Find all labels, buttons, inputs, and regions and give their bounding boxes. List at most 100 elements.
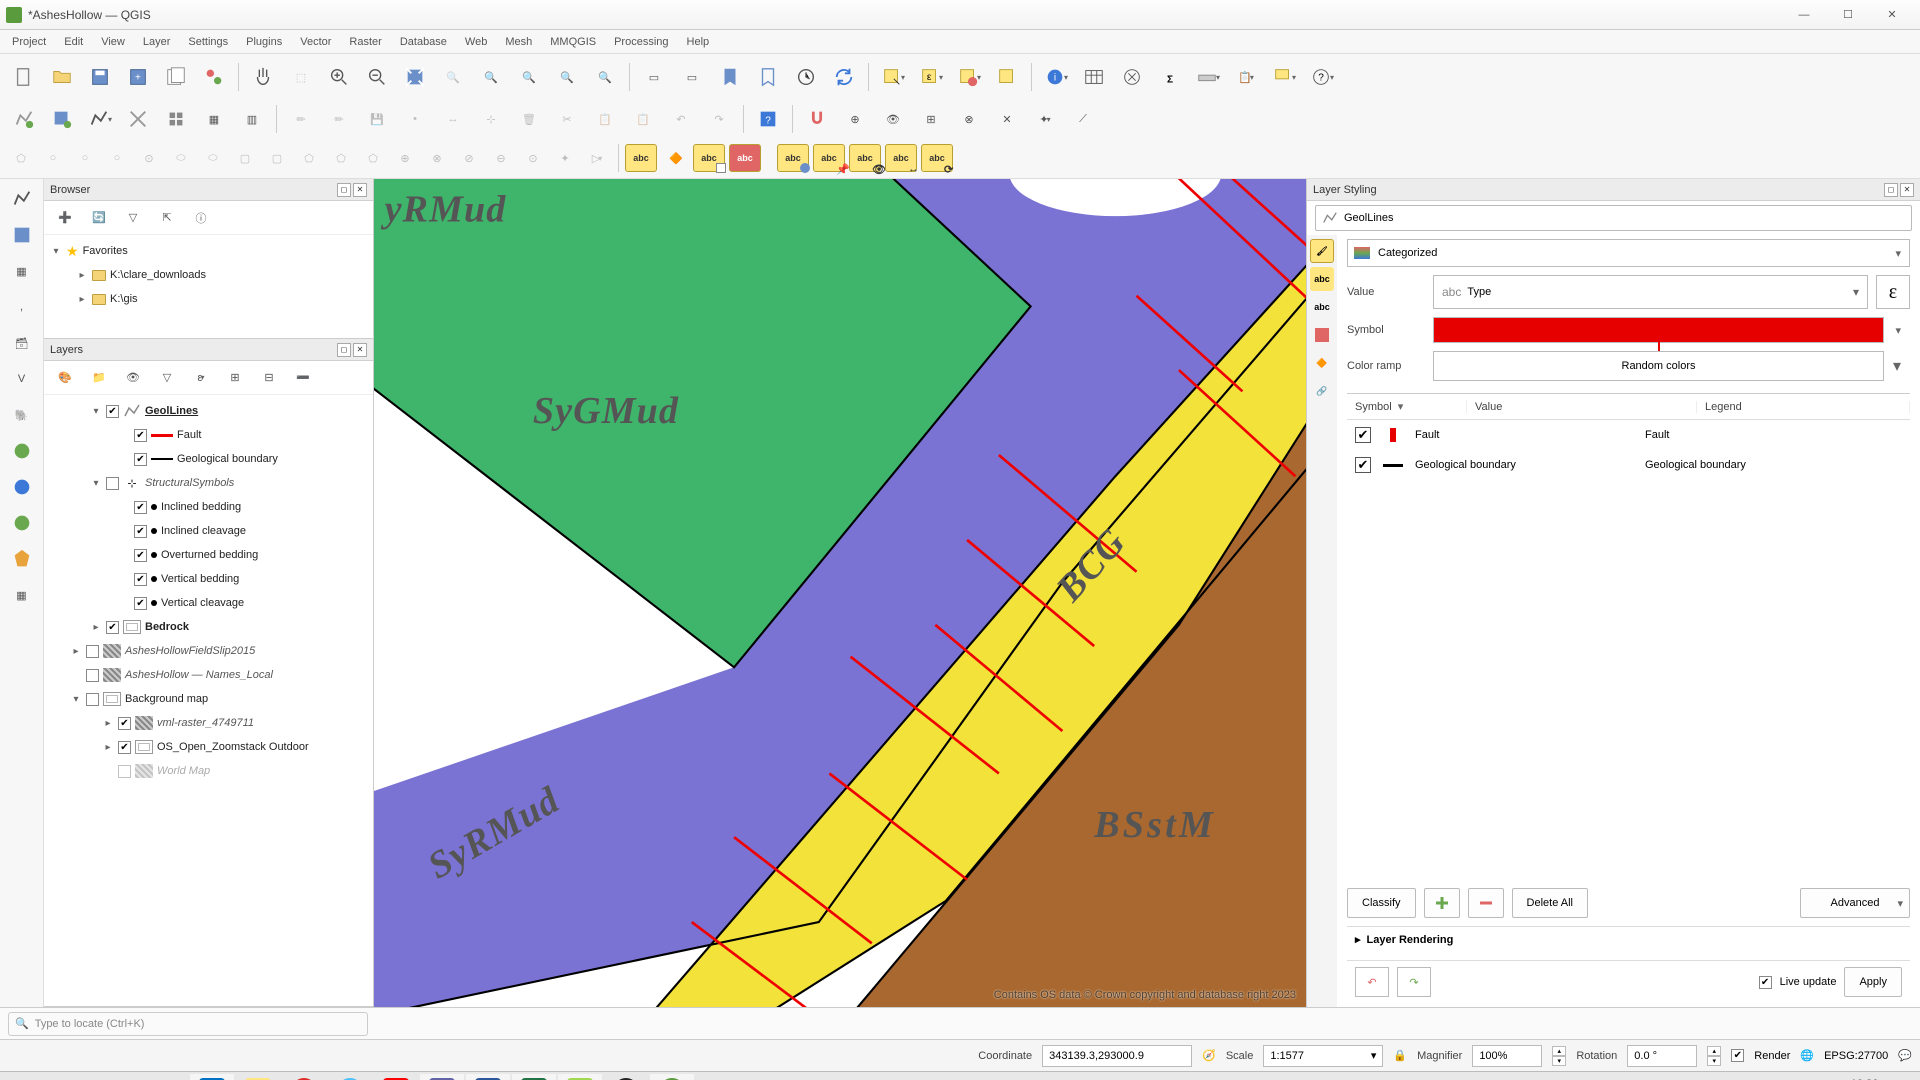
annotation-icon[interactable] — [1266, 59, 1302, 95]
layer-filter-icon[interactable]: ▽ — [152, 363, 182, 393]
new-gpkg-icon[interactable] — [120, 101, 156, 137]
rotation-field[interactable]: 0.0 ° — [1627, 1045, 1697, 1067]
stats-icon[interactable]: Σ — [1152, 59, 1188, 95]
wcs-icon[interactable] — [6, 471, 38, 503]
styling-close-button[interactable]: ✕ — [1900, 183, 1914, 197]
sticky-notes-button[interactable] — [236, 1074, 280, 1080]
category-row-geoboundary[interactable]: ✔ Geological boundary Geological boundar… — [1347, 450, 1910, 480]
layer-remove-icon[interactable]: ➖ — [288, 363, 318, 393]
live-update-check[interactable]: ✔ — [1759, 976, 1772, 989]
layer-geolines[interactable]: ▾✔ GeolLines — [46, 399, 371, 423]
expression-button[interactable]: ε — [1876, 275, 1910, 309]
layer-ashes2015[interactable]: ▸ AshesHollowFieldSlip2015 — [46, 639, 371, 663]
browser-tree[interactable]: ▾★ Favorites ▸ K:\clare_downloads ▸ K:\g… — [44, 235, 373, 338]
maximize-button[interactable]: ☐ — [1826, 1, 1870, 29]
field-calc-icon[interactable] — [1114, 59, 1150, 95]
style-manager-icon[interactable] — [196, 59, 232, 95]
map-canvas[interactable]: yRMud SyGMud BCG BSstM SyRMud Contains O… — [374, 179, 1306, 1007]
menu-mmqgis[interactable]: MMQGIS — [542, 33, 604, 51]
snap-options-icon[interactable]: ✦ — [1027, 101, 1063, 137]
close-button[interactable]: ✕ — [1870, 1, 1914, 29]
excel-button[interactable] — [512, 1074, 556, 1080]
diagram-tab[interactable]: 🔶 — [1310, 351, 1334, 375]
add-vector-icon[interactable] — [6, 101, 42, 137]
layer-expression-icon[interactable]: ε — [186, 363, 216, 393]
menu-settings[interactable]: Settings — [180, 33, 236, 51]
zoom-next-icon[interactable]: 🔍 — [587, 59, 623, 95]
selection-tool-icon[interactable] — [875, 59, 911, 95]
menu-edit[interactable]: Edit — [56, 33, 91, 51]
dig-15[interactable]: ⊘ — [454, 143, 484, 173]
browser-float-button[interactable]: ◻ — [337, 183, 351, 197]
move-feature-icon[interactable]: ↔ — [435, 101, 471, 137]
raster-layer-icon[interactable] — [6, 219, 38, 251]
magnifier-spinner[interactable]: ▴▾ — [1552, 1046, 1566, 1066]
label-btn-1[interactable]: abc — [625, 144, 657, 172]
label-btn-7[interactable]: abc↔ — [885, 144, 917, 172]
styling-float-button[interactable]: ◻ — [1884, 183, 1898, 197]
layers-float-button[interactable]: ◻ — [337, 343, 351, 357]
delete-all-button[interactable]: Delete All — [1512, 888, 1588, 918]
layer-add-group-icon[interactable]: 📁 — [84, 363, 114, 393]
lock-icon[interactable]: 🔒 — [1393, 1049, 1407, 1062]
add-category-button[interactable] — [1424, 888, 1460, 918]
label-btn-6[interactable]: abc👁 — [849, 144, 881, 172]
label-btn-8[interactable]: abc⟳ — [921, 144, 953, 172]
paste-icon[interactable]: 📋 — [625, 101, 661, 137]
masks-tab[interactable]: abc — [1310, 295, 1334, 319]
pan-icon[interactable] — [245, 59, 281, 95]
new-vrt-icon[interactable]: ▥ — [234, 101, 270, 137]
layers-tree[interactable]: ▾✔ GeolLines ✔ Fault ✔ Geological bounda… — [44, 395, 373, 1006]
show-bookmarks-icon[interactable] — [750, 59, 786, 95]
new-3d-view-icon[interactable]: ▭ — [674, 59, 710, 95]
layer-inc-bed[interactable]: ✔ Inclined bedding — [46, 495, 371, 519]
zoom-out-icon[interactable] — [359, 59, 395, 95]
styling-layer-select[interactable]: GeolLines — [1315, 205, 1912, 231]
renderer-select[interactable]: Categorized — [1347, 239, 1910, 267]
zoom-native-icon[interactable]: 🔍 — [511, 59, 547, 95]
new-mesh-icon[interactable]: ▦ — [196, 101, 232, 137]
browser-refresh-icon[interactable]: 🔄 — [84, 203, 114, 233]
delete-selected-icon[interactable]: 🗑 — [511, 101, 547, 137]
zoom-in-icon[interactable] — [321, 59, 357, 95]
add-layer-icon[interactable]: ➕ — [50, 203, 80, 233]
save-as-icon[interactable]: + — [120, 59, 156, 95]
col-legend[interactable]: Legend — [1697, 401, 1910, 413]
extents-icon[interactable]: 🧭 — [1202, 1049, 1216, 1062]
browser-item-2[interactable]: ▸ K:\gis — [46, 287, 371, 311]
new-virtual-icon[interactable] — [158, 101, 194, 137]
dig-18[interactable]: ✦ — [550, 143, 580, 173]
layer-bg-map[interactable]: ▾ Background map — [46, 687, 371, 711]
redo-icon[interactable]: ↷ — [701, 101, 737, 137]
layer-world-map[interactable]: World Map — [46, 759, 371, 783]
edit-pencil-icon[interactable]: ✏ — [283, 101, 319, 137]
new-bookmark-icon[interactable] — [712, 59, 748, 95]
zoom-layer-icon[interactable]: 🔍 — [473, 59, 509, 95]
3d-tab[interactable] — [1310, 323, 1334, 347]
outlook-button[interactable] — [190, 1074, 234, 1080]
browser-close-button[interactable]: ✕ — [353, 183, 367, 197]
tracing-icon[interactable]: 👁 — [875, 101, 911, 137]
new-shapefile-icon[interactable] — [82, 101, 118, 137]
style-redo-button[interactable]: ↷ — [1397, 967, 1431, 997]
snapping-icon[interactable] — [799, 101, 835, 137]
col-symbol[interactable]: Symbol — [1347, 400, 1467, 413]
pan-selection-icon[interactable]: ⬚ — [283, 59, 319, 95]
browser-props-icon[interactable]: ⓘ — [186, 203, 216, 233]
task-view-button[interactable]: ⊞ — [144, 1074, 188, 1080]
select-value-icon[interactable]: ε — [913, 59, 949, 95]
snap-scale-icon[interactable]: ⟋ — [1065, 101, 1101, 137]
menu-project[interactable]: Project — [4, 33, 54, 51]
classify-button[interactable]: Classify — [1347, 888, 1416, 918]
wms-icon[interactable] — [6, 435, 38, 467]
menu-processing[interactable]: Processing — [606, 33, 676, 51]
deselect-icon[interactable] — [951, 59, 987, 95]
symbology-tab[interactable]: 🖌 — [1310, 239, 1334, 263]
layer-rendering-toggle[interactable]: ▸Layer Rendering — [1347, 926, 1910, 952]
layer-vml[interactable]: ▸✔ vml-raster_4749711 — [46, 711, 371, 735]
add-raster-icon[interactable] — [44, 101, 80, 137]
browser-filter-icon[interactable]: ▽ — [118, 203, 148, 233]
dig-10[interactable]: ⬠ — [294, 143, 324, 173]
mesh-layer-icon[interactable]: ▦ — [6, 255, 38, 287]
teams-button[interactable] — [420, 1074, 464, 1080]
